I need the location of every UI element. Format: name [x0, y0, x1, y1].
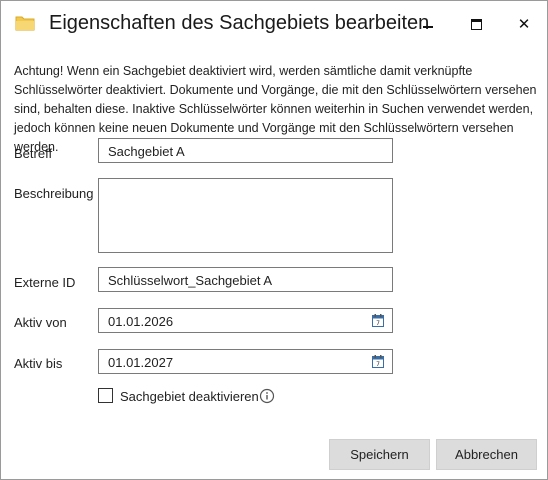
beschreibung-label: Beschreibung [14, 186, 94, 201]
save-button[interactable]: Speichern [329, 439, 430, 470]
calendar-icon[interactable]: 7 [372, 355, 384, 368]
betreff-label: Betreff [14, 146, 53, 161]
close-icon: ✕ [517, 15, 531, 33]
info-icon[interactable] [259, 388, 275, 404]
minimize-button[interactable] [405, 1, 451, 47]
svg-text:7: 7 [376, 320, 380, 327]
dialog-window: Eigenschaften des Sachgebiets bearbeiten… [0, 0, 548, 480]
calendar-icon[interactable]: 7 [372, 314, 384, 327]
aktiv-von-label: Aktiv von [14, 315, 67, 330]
externe-id-value: Schlüsselwort_Sachgebiet A [108, 273, 273, 288]
aktiv-bis-label: Aktiv bis [14, 356, 63, 371]
deaktivieren-checkbox[interactable] [98, 388, 113, 403]
aktiv-von-datepicker[interactable]: 01.01.2026 7 [98, 308, 393, 333]
externe-id-input[interactable]: Schlüsselwort_Sachgebiet A [98, 267, 393, 292]
folder-icon [15, 16, 35, 31]
beschreibung-textarea[interactable] [98, 178, 393, 253]
close-button[interactable]: ✕ [501, 1, 547, 47]
maximize-button[interactable] [453, 1, 499, 47]
externe-id-label: Externe ID [14, 275, 76, 290]
aktiv-bis-datepicker[interactable]: 01.01.2027 7 [98, 349, 393, 374]
cancel-button[interactable]: Abbrechen [436, 439, 537, 470]
minimize-icon [423, 26, 433, 28]
deaktivieren-label[interactable]: Sachgebiet deaktivieren [120, 389, 259, 404]
svg-text:7: 7 [376, 361, 380, 368]
aktiv-bis-value: 01.01.2027 [108, 355, 174, 370]
title-bar[interactable]: Eigenschaften des Sachgebiets bearbeiten… [1, 1, 547, 47]
window-title: Eigenschaften des Sachgebiets bearbeiten [49, 12, 430, 34]
betreff-value: Sachgebiet A [108, 144, 185, 159]
aktiv-von-value: 01.01.2026 [108, 314, 174, 329]
betreff-input[interactable]: Sachgebiet A [98, 138, 393, 163]
maximize-icon [470, 18, 482, 30]
